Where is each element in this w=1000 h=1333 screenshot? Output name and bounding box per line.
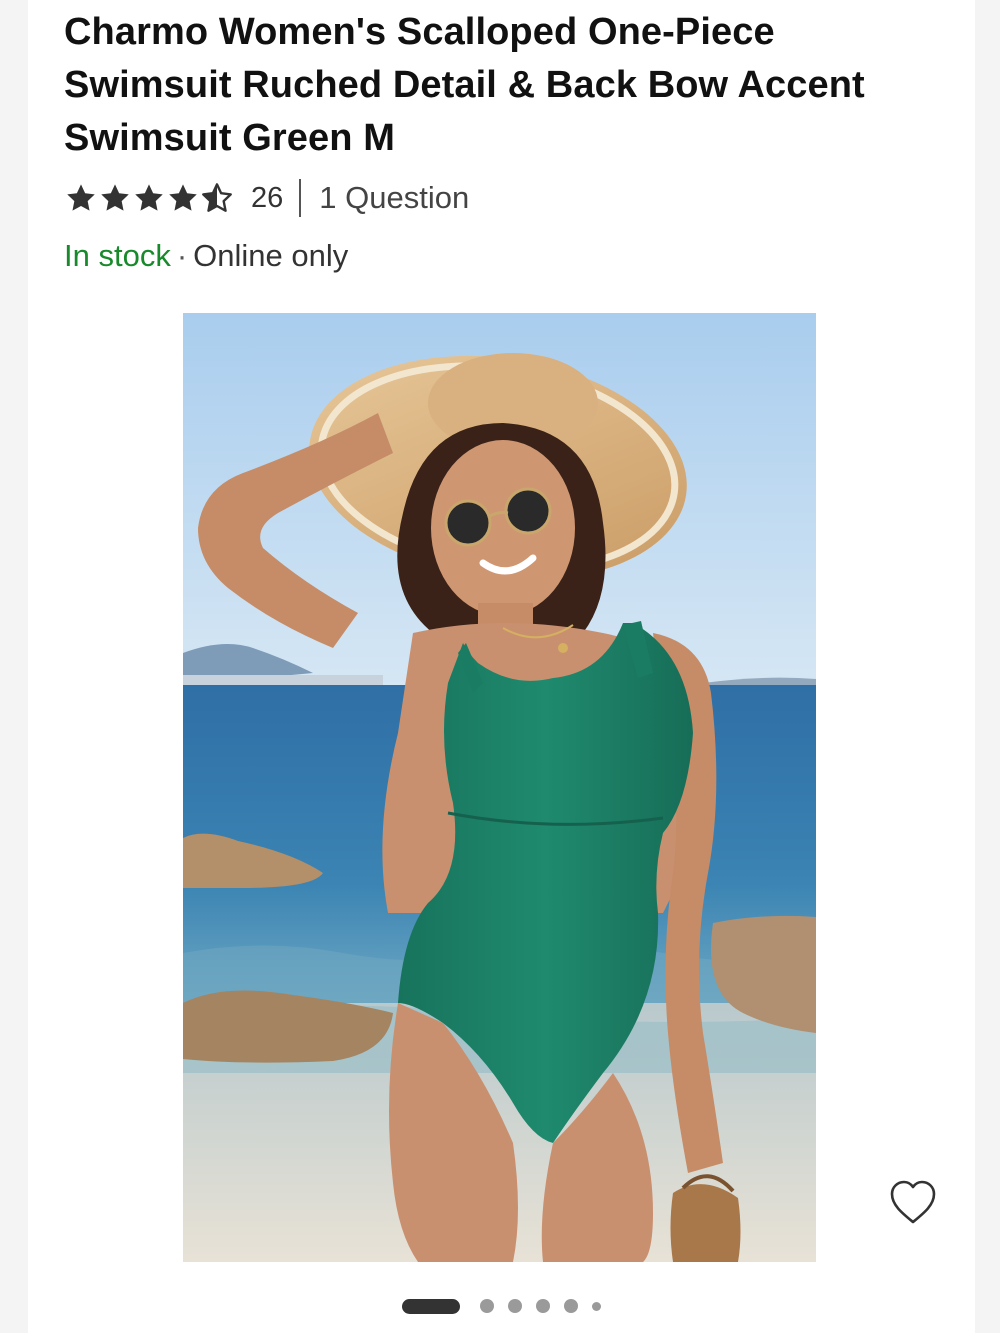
product-image[interactable] [183,313,816,1262]
pager-dot[interactable] [564,1299,578,1313]
stock-status: In stock [64,238,171,273]
star-icon [135,184,163,211]
product-page: Charmo Women's Scalloped One-Piece Swims… [28,0,975,1333]
availability-separator: · [176,238,188,273]
half-star-icon [202,183,232,212]
star-rating[interactable] [65,182,233,214]
star-icon [101,184,129,211]
rating-divider [299,179,302,217]
pager-dot[interactable] [480,1299,494,1313]
pager-dot[interactable] [592,1301,601,1311]
pager-dot[interactable] [508,1299,522,1313]
questions-link[interactable]: 1 Question [319,180,469,216]
heart-outline-icon[interactable] [886,1176,940,1230]
pager-dot[interactable] [536,1299,550,1313]
rating-row: 26 1 Question [65,176,469,220]
product-photo [183,313,816,1262]
star-icon [169,184,197,211]
availability-channel: Online only [193,238,349,273]
pager-dot-active[interactable] [402,1298,460,1314]
review-count[interactable]: 26 [251,182,283,215]
product-title: Charmo Women's Scalloped One-Piece Swims… [64,11,865,159]
availability-row: In stock · Online only [64,236,348,276]
star-icon [67,184,95,211]
image-carousel-pager [28,1293,975,1319]
